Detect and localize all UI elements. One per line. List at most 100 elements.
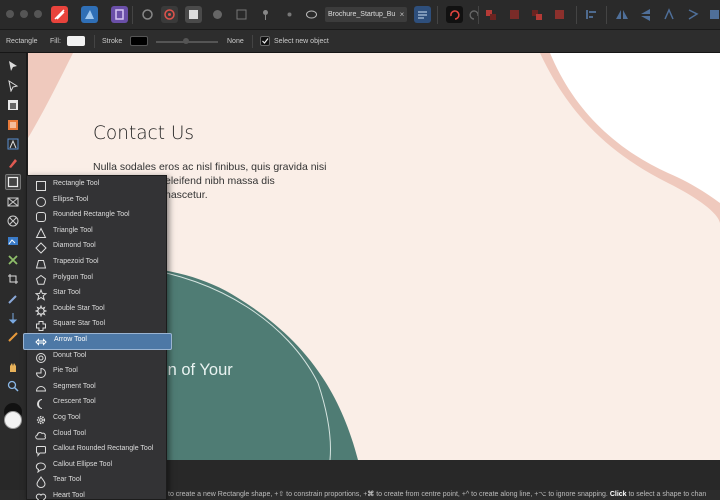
crescent-icon <box>35 398 47 410</box>
ellipse-frame-tool-icon[interactable] <box>5 213 21 229</box>
flyout-item-pie[interactable]: Pie Tool <box>27 365 166 381</box>
hint-segment: to select a shape to chan <box>626 491 707 498</box>
cog-icon <box>35 414 47 426</box>
flyout-item-label: Pie Tool <box>53 367 78 375</box>
arrange-forward-icon[interactable] <box>506 6 523 23</box>
table-tool-icon[interactable] <box>5 97 21 113</box>
flyout-item-label: Rounded Rectangle Tool <box>53 211 130 219</box>
tear-icon <box>35 476 47 489</box>
flip-horizontal-icon[interactable] <box>613 6 630 23</box>
pencil-tool-icon[interactable] <box>5 310 21 326</box>
main-toolbar: Brochure_Startup_Bu × <box>0 0 720 30</box>
flyout-item-polygon[interactable]: Polygon Tool <box>27 272 166 288</box>
arrange-front-icon[interactable] <box>482 6 499 23</box>
flyout-item-cog[interactable]: Cog Tool <box>27 412 166 428</box>
pie-icon <box>35 367 47 379</box>
designer-persona-icon[interactable] <box>51 6 68 23</box>
diamond-icon <box>35 242 47 255</box>
document-tab[interactable]: Brochure_Startup_Bu <box>325 7 407 22</box>
flyout-item-label: Callout Rounded Rectangle Tool <box>53 445 154 453</box>
flyout-item-callout-ellipse[interactable]: Callout Ellipse Tool <box>27 459 166 475</box>
flyout-item-cloud[interactable]: Cloud Tool <box>27 428 166 444</box>
transparency-tool-icon[interactable] <box>5 329 21 345</box>
boolean-icon[interactable] <box>707 6 720 23</box>
align-icon[interactable] <box>583 6 600 23</box>
move-tool-icon[interactable] <box>5 58 21 74</box>
flip-vertical-icon[interactable] <box>637 6 654 23</box>
flyout-item-callout-rounded-rectangle[interactable]: Callout Rounded Rectangle Tool <box>27 443 166 459</box>
app-window: Brochure_Startup_Bu × Rectangle Fill: St… <box>0 0 720 500</box>
pen-tool-icon[interactable] <box>5 155 21 171</box>
link-icon[interactable] <box>303 6 320 23</box>
rotate-right-icon[interactable] <box>685 6 702 23</box>
undo-icon[interactable] <box>446 6 463 23</box>
frame-text-tool-icon[interactable] <box>5 117 21 133</box>
fill-color-well[interactable] <box>4 411 22 429</box>
text-frame-icon[interactable] <box>414 6 431 23</box>
shape-tools-flyout: Rectangle Tool Ellipse Tool Rounded Rectan… <box>23 175 172 500</box>
cloud-icon <box>35 430 47 442</box>
arrange-backward-icon[interactable] <box>528 6 545 23</box>
flyout-item-square-star[interactable]: Square Star Tool <box>27 318 166 334</box>
flyout-item-rounded-rectangle[interactable]: Rounded Rectangle Tool <box>27 209 166 225</box>
flyout-item-trapezoid[interactable]: Trapezoid Tool <box>27 256 166 272</box>
stroke-width-slider-thumb[interactable] <box>183 38 189 44</box>
flyout-item-star[interactable]: Star Tool <box>27 287 166 303</box>
publisher-persona-icon[interactable] <box>111 6 128 23</box>
view-tool-icon[interactable] <box>5 359 21 375</box>
stroke-width-value: None <box>227 38 244 45</box>
hint-segment: to create from centre point, + <box>374 491 466 498</box>
frame-icon[interactable] <box>233 6 250 23</box>
flyout-item-label: Polygon Tool <box>53 273 93 281</box>
grid-icon[interactable] <box>281 6 298 23</box>
view-mode-icon[interactable] <box>185 6 202 23</box>
settings-icon[interactable] <box>139 6 156 23</box>
flyout-item-rectangle[interactable]: Rectangle Tool <box>27 178 166 194</box>
artistic-text-tool-icon[interactable] <box>5 136 21 152</box>
picture-frame-tool-icon[interactable] <box>5 194 21 210</box>
flyout-item-arrow[interactable]: Arrow Tool <box>23 333 172 350</box>
stroke-swatch[interactable] <box>130 36 148 46</box>
flyout-item-label: Arrow Tool <box>54 336 87 343</box>
fill-tool-icon[interactable] <box>5 252 21 268</box>
donut-icon <box>35 352 47 364</box>
flyout-item-tear[interactable]: Tear Tool <box>27 474 166 490</box>
photo-persona-icon[interactable] <box>81 6 98 23</box>
zoom-window-button[interactable] <box>34 10 42 18</box>
flyout-item-triangle[interactable]: Triangle Tool <box>27 225 166 241</box>
flyout-item-ellipse[interactable]: Ellipse Tool <box>27 194 166 210</box>
minimize-window-button[interactable] <box>20 10 28 18</box>
document-tab-close-icon[interactable]: × <box>397 7 407 22</box>
close-window-button[interactable] <box>6 10 14 18</box>
pin-icon[interactable] <box>257 6 274 23</box>
white-wave-shape <box>550 53 720 203</box>
select-new-object-checkbox[interactable] <box>260 36 270 46</box>
arrange-back-icon[interactable] <box>551 6 568 23</box>
flyout-item-crescent[interactable]: Crescent Tool <box>27 396 166 412</box>
fill-swatch[interactable] <box>67 36 85 46</box>
hint-click-word: Click <box>609 491 627 498</box>
hint-segment: to constrain proportions, + <box>284 491 368 498</box>
flyout-item-label: Donut Tool <box>53 351 87 359</box>
rectangle-tool-icon[interactable] <box>5 174 21 190</box>
flyout-item-double-star[interactable]: Double Star Tool <box>27 303 166 319</box>
polygon-icon <box>35 274 47 286</box>
flyout-item-label: Ellipse Tool <box>53 195 89 203</box>
flyout-item-segment[interactable]: Segment Tool <box>27 381 166 397</box>
snapping-icon[interactable] <box>161 6 178 23</box>
preview-mode-icon[interactable] <box>209 6 226 23</box>
flyout-item-diamond[interactable]: Diamond Tool <box>27 240 166 256</box>
redo-icon[interactable] <box>466 6 483 23</box>
flyout-item-label: Double Star Tool <box>53 304 105 312</box>
zoom-tool-icon[interactable] <box>5 378 21 394</box>
stroke-label: Stroke <box>102 38 123 45</box>
flyout-item-donut[interactable]: Donut Tool <box>27 350 166 366</box>
node-tool-icon[interactable] <box>5 78 21 94</box>
crop-tool-icon[interactable] <box>5 271 21 287</box>
double-star-icon <box>34 304 48 318</box>
vector-brush-tool-icon[interactable] <box>5 291 21 307</box>
flyout-item-label: Star Tool <box>53 289 81 297</box>
flyout-item-heart[interactable]: Heart Tool <box>27 490 166 500</box>
rotate-left-icon[interactable] <box>661 6 678 23</box>
place-image-tool-icon[interactable] <box>5 233 21 249</box>
